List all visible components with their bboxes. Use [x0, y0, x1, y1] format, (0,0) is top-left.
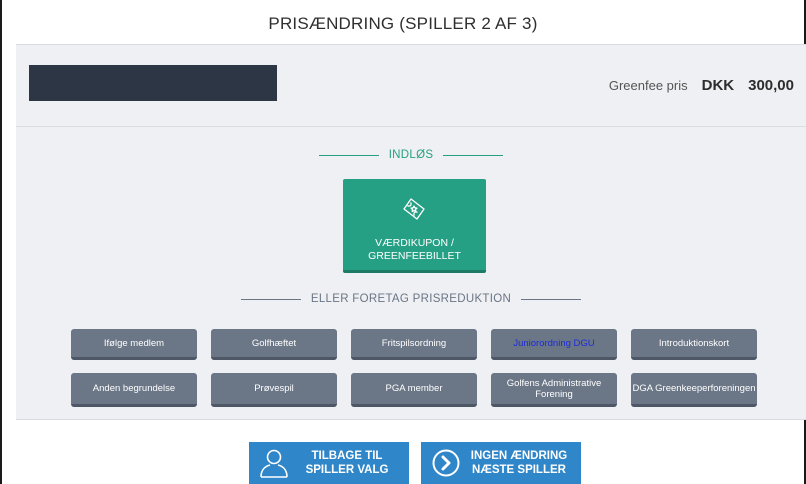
divider-line: [318, 154, 379, 156]
voucher-label-line2: GREENFEEBILLET: [368, 250, 461, 262]
player-name-bar: [29, 65, 277, 101]
price-currency: DKK: [701, 77, 735, 94]
reduction-button-dga-greenkeeperforeningen[interactable]: DGA Greenkeeperforeningen: [631, 373, 757, 407]
next-label-line2: NÆSTE SPILLER: [472, 464, 566, 476]
price-panel: Greenfee pris DKK 300,00 INDLØS VÆRDIKUP…: [16, 44, 806, 420]
reduction-heading: ELLER FORETAG PRISREDUKTION: [310, 293, 512, 305]
player-header: Greenfee pris DKK 300,00: [16, 45, 806, 127]
price-amount: 300,00: [748, 77, 794, 94]
reduction-button-introduktionskort[interactable]: Introduktionskort: [631, 329, 757, 360]
reduction-divider: ELLER FORETAG PRISREDUKTION: [16, 293, 806, 305]
divider-line: [240, 298, 301, 300]
divider-line: [521, 298, 582, 300]
voucher-label-line1: VÆRDIKUPON /: [375, 237, 454, 249]
reduction-button-provespil[interactable]: Prøvespil: [211, 373, 337, 407]
next-label-line1: INGEN ÆNDRING: [470, 450, 568, 462]
price-label: Greenfee pris: [608, 78, 688, 93]
reduction-button-juniorordning-dgu[interactable]: Juniorordning DGU: [491, 329, 617, 360]
reduction-button-ifolge-medlem[interactable]: Ifølge medlem: [71, 329, 197, 360]
reduction-button-anden-begrundelse[interactable]: Anden begrundelse: [71, 373, 197, 407]
reduction-button-golfens-administrative-forening[interactable]: Golfens Administrative Forening: [491, 373, 617, 407]
voucher-button[interactable]: VÆRDIKUPON / GREENFEEBILLET: [343, 179, 486, 273]
entry-divider: INDLØS: [16, 149, 806, 161]
greenfee-price: Greenfee pris DKK 300,00: [609, 77, 794, 94]
no-change-next-player-button[interactable]: INGEN ÆNDRING NÆSTE SPILLER: [421, 442, 581, 484]
reduction-button-pga-member[interactable]: PGA member: [351, 373, 477, 407]
reduction-button-fritspilsordning[interactable]: Fritspilsordning: [351, 329, 477, 360]
chevron-right-circle-icon: [432, 449, 460, 477]
user-icon: [260, 449, 288, 478]
back-label-line1: TILBAGE TIL: [311, 450, 383, 462]
back-to-player-select-button[interactable]: TILBAGE TIL SPILLER VALG: [249, 442, 409, 484]
ticket-icon: [403, 198, 425, 220]
reduction-button-golfhaeftet[interactable]: Golfhæftet: [211, 329, 337, 360]
back-label-line2: SPILLER VALG: [305, 464, 389, 476]
entry-heading: INDLØS: [388, 149, 434, 161]
divider-line: [443, 154, 504, 156]
page-title: PRISÆNDRING (SPILLER 2 AF 3): [268, 14, 538, 33]
